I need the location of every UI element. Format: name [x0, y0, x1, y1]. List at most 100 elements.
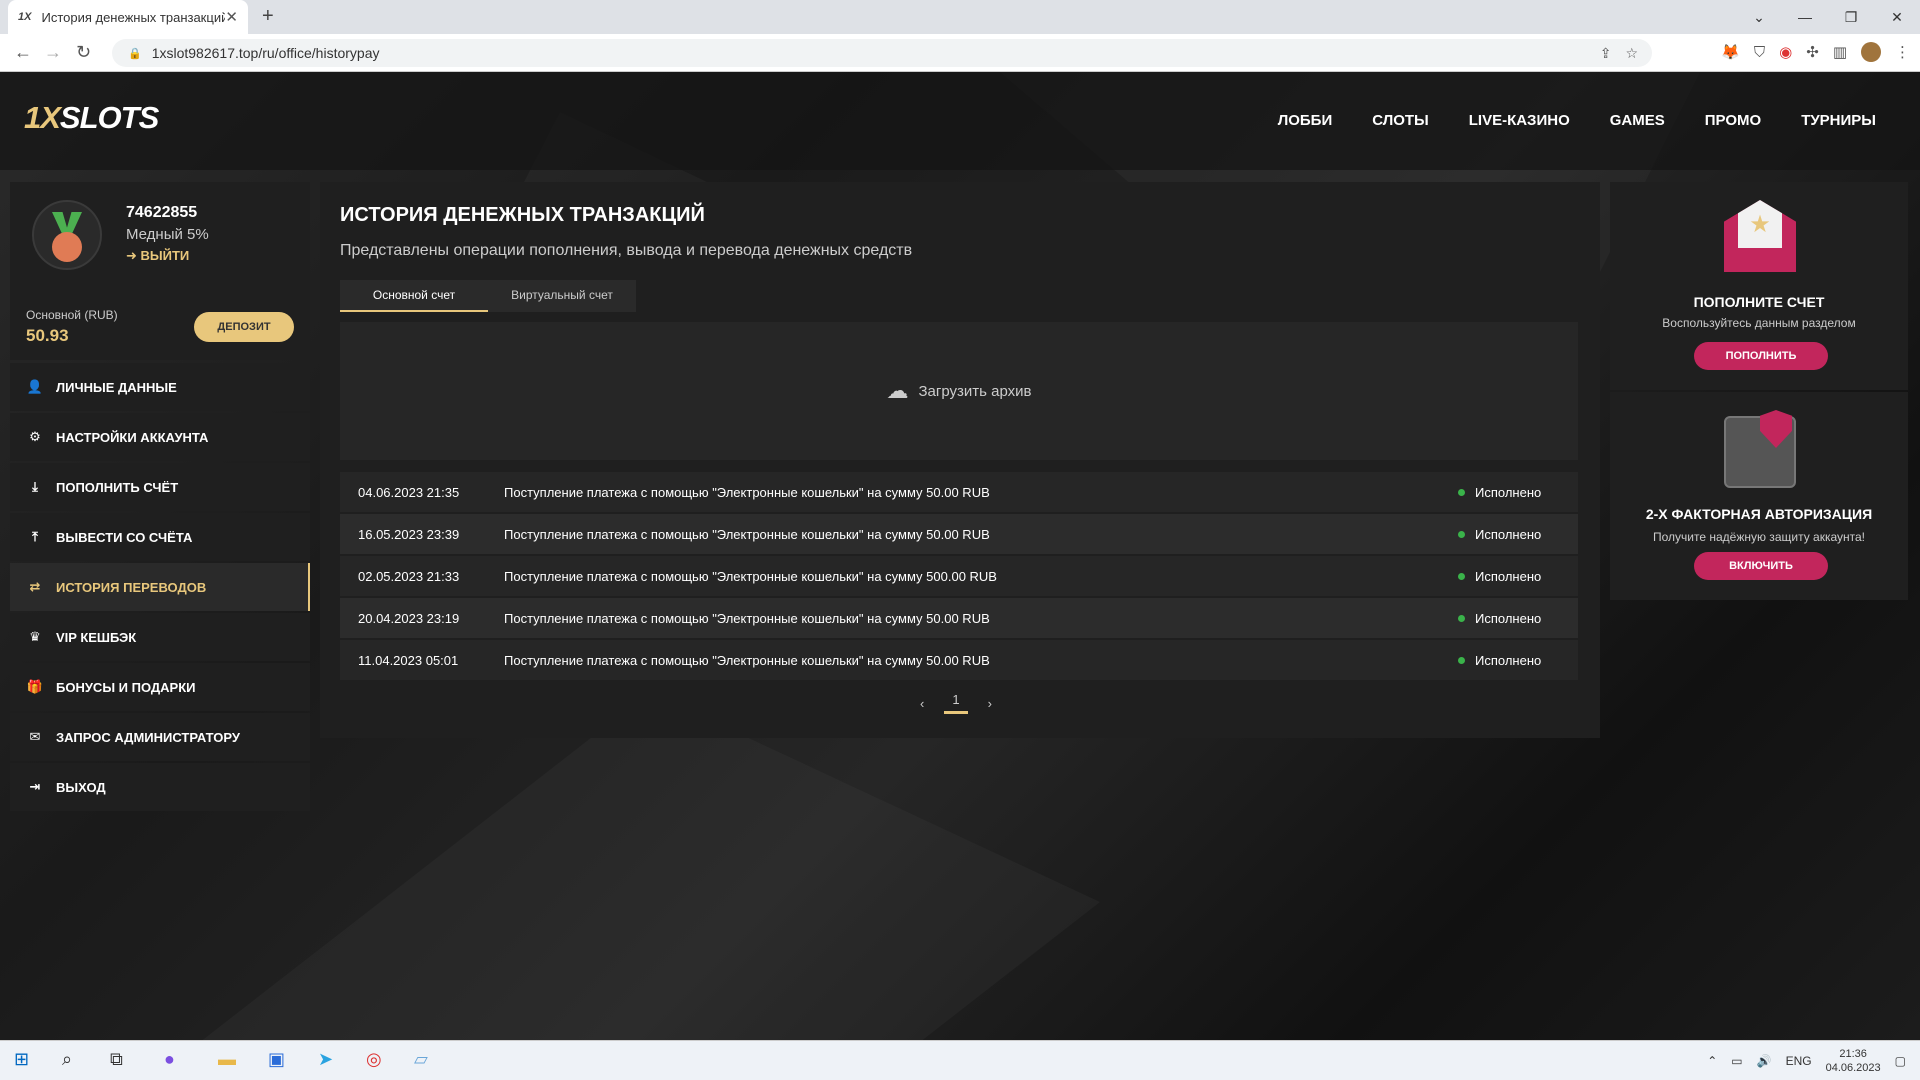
download-archive-button[interactable]: ☁ Загрузить архив: [340, 322, 1578, 460]
upload-icon: ⤒: [32, 529, 38, 544]
lock-icon[interactable]: 🔒: [128, 47, 142, 60]
sidebar-item-4[interactable]: ⇄ ИСТОРИЯ ПЕРЕВОДОВ: [10, 563, 310, 611]
sidebar-item-8[interactable]: ⇥ ВЫХОД: [10, 763, 310, 811]
notifications-icon[interactable]: ▢: [1895, 1054, 1906, 1068]
tab-search-icon[interactable]: ⌄: [1736, 0, 1782, 34]
status-dot-icon: [1458, 488, 1465, 496]
transaction-description: Поступление платежа с помощью "Электронн…: [504, 526, 990, 542]
logout-icon: ➜: [126, 248, 141, 263]
sidebar-item-5[interactable]: ♛ VIP КЕШБЭК: [10, 613, 310, 661]
bookmark-star-icon[interactable]: ☆: [1625, 45, 1638, 62]
logout-label: ВЫЙТИ: [140, 248, 190, 263]
clock[interactable]: 21:36 04.06.2023: [1826, 1047, 1881, 1075]
nav-promo[interactable]: ПРОМО: [1705, 112, 1761, 129]
url-text[interactable]: 1xslot982617.top/ru/office/historypay: [152, 45, 1600, 61]
sidebar-item-2[interactable]: ⤓ ПОПОЛНИТЬ СЧЁТ: [10, 463, 310, 511]
chrome-icon[interactable]: ◎: [366, 1049, 382, 1070]
site-logo[interactable]: 1XSLOTS: [24, 100, 159, 136]
close-window-icon[interactable]: ✕: [1874, 0, 1920, 34]
sidebar-item-label: ВЫХОД: [56, 779, 106, 795]
medal-icon: [32, 200, 102, 270]
start-icon[interactable]: ⊞: [14, 1049, 29, 1070]
next-page-icon[interactable]: ›: [988, 696, 992, 711]
browser-tab[interactable]: 1X История денежных транзакций ✕: [8, 0, 248, 34]
reload-icon[interactable]: ↻: [76, 42, 91, 63]
sidebar-item-label: ЛИЧНЫЕ ДАННЫЕ: [56, 379, 177, 395]
cloud-download-icon: ☁: [886, 378, 909, 403]
transaction-row: 02.05.2023 21:33 Поступление платежа с по…: [340, 556, 1578, 596]
sidebar-item-label: VIP КЕШБЭК: [56, 629, 137, 645]
page-number[interactable]: 1: [944, 692, 968, 714]
pagination: ‹ 1 ›: [920, 692, 992, 714]
file-explorer-icon[interactable]: ▬: [218, 1049, 236, 1070]
status-label: Исполнено: [1475, 652, 1542, 668]
topup-button[interactable]: ПОПОЛНИТЬ: [1694, 342, 1828, 370]
transaction-date: 02.05.2023 21:33: [358, 568, 460, 584]
sidebar-item-6[interactable]: 🎁 БОНУСЫ И ПОДАРКИ: [10, 663, 310, 711]
restore-icon[interactable]: ❐: [1828, 0, 1874, 34]
nav-games[interactable]: GAMES: [1610, 112, 1665, 129]
profile-avatar[interactable]: [1861, 42, 1881, 62]
new-tab-icon[interactable]: +: [262, 5, 274, 28]
task-view-icon[interactable]: ⧉: [110, 1049, 123, 1070]
deposit-promo-title: ПОПОЛНИТЕ СЧЕТ: [1693, 294, 1825, 310]
extensions-area: 🦊 ⛉ ◉ ✣ ▥ ⋮: [1721, 42, 1910, 62]
transactions-list: 04.06.2023 21:35 Поступление платежа с по…: [340, 472, 1578, 682]
address-toolbar: ← → ↻ 🔒 1xslot982617.top/ru/office/histo…: [0, 34, 1920, 72]
windows-taskbar: ⊞ ⌕ ⧉ ● ▬ ▣ ➤ ◎ ▱ ⌃ ▭ 🔊 ENG 21:36 04.06.…: [0, 1040, 1920, 1080]
crown-icon: ♛: [29, 629, 41, 644]
browser-menu-icon[interactable]: ⋮: [1895, 43, 1910, 61]
window-controls: ⌄ — ❐ ✕: [1736, 0, 1920, 34]
search-icon[interactable]: ⌕: [62, 1049, 72, 1070]
status-dot-icon: [1458, 614, 1465, 622]
nav-lobby[interactable]: ЛОББИ: [1278, 112, 1333, 129]
telegram-icon[interactable]: ➤: [318, 1049, 333, 1070]
sidebar-item-label: НАСТРОЙКИ АККАУНТА: [56, 429, 209, 445]
app-window-icon[interactable]: ▱: [414, 1049, 428, 1070]
status-label: Исполнено: [1475, 484, 1542, 500]
tab-main-account[interactable]: Основной счет: [340, 280, 488, 312]
tab-title: История денежных транзакций: [41, 9, 226, 25]
nav-tournaments[interactable]: ТУРНИРЫ: [1801, 112, 1876, 129]
puzzle-extensions-icon[interactable]: ✣: [1806, 43, 1819, 61]
minimize-icon[interactable]: —: [1782, 0, 1828, 34]
transaction-status: Исполнено: [1458, 611, 1578, 626]
user-level: Медный 5%: [126, 226, 209, 243]
enable-2fa-button[interactable]: ВКЛЮЧИТЬ: [1694, 552, 1828, 580]
clock-time: 21:36: [1839, 1048, 1867, 1060]
deposit-button[interactable]: ДЕПОЗИТ: [194, 312, 294, 342]
metamask-extension-icon[interactable]: 🦊: [1721, 43, 1740, 61]
sidebar-item-7[interactable]: ✉ ЗАПРОС АДМИНИСТРАТОРУ: [10, 713, 310, 761]
url-bar[interactable]: 🔒 1xslot982617.top/ru/office/historypay …: [112, 39, 1652, 67]
nav-slots[interactable]: СЛОТЫ: [1372, 112, 1429, 129]
tray-chevron-icon[interactable]: ⌃: [1707, 1054, 1717, 1068]
tab-virtual-account[interactable]: Виртуальный счет: [488, 280, 636, 312]
sidebar-item-1[interactable]: ⚙ НАСТРОЙКИ АККАУНТА: [10, 413, 310, 461]
volume-icon[interactable]: 🔊: [1757, 1054, 1772, 1068]
language-indicator[interactable]: ENG: [1786, 1054, 1812, 1068]
transaction-status: Исполнено: [1458, 485, 1578, 500]
close-tab-icon[interactable]: ✕: [225, 8, 238, 26]
transaction-row: 04.06.2023 21:35 Поступление платежа с по…: [340, 472, 1578, 512]
sidebar-item-3[interactable]: ⤒ ВЫВЕСТИ СО СЧЁТА: [10, 513, 310, 561]
sidebar-item-label: ЗАПРОС АДМИНИСТРАТОРУ: [56, 729, 240, 745]
archive-label: Загрузить архив: [918, 382, 1032, 400]
transaction-description: Поступление платежа с помощью "Электронн…: [504, 652, 990, 668]
back-icon[interactable]: ←: [14, 42, 32, 63]
nav-live-casino[interactable]: LIVE-КАЗИНО: [1469, 112, 1570, 129]
share-icon[interactable]: ⇪: [1600, 45, 1612, 62]
transaction-status: Исполнено: [1458, 527, 1578, 542]
logout-link[interactable]: ➜ ВЫЙТИ: [126, 248, 189, 264]
store-icon[interactable]: ▣: [268, 1049, 285, 1070]
assistant-icon[interactable]: ●: [164, 1049, 175, 1070]
sidebar-item-0[interactable]: 👤 ЛИЧНЫЕ ДАННЫЕ: [10, 363, 310, 411]
prev-page-icon[interactable]: ‹: [920, 696, 924, 711]
camera-extension-icon[interactable]: ◉: [1779, 43, 1792, 61]
shield-extension-icon[interactable]: ⛉: [1754, 44, 1765, 61]
sidebar-item-label: БОНУСЫ И ПОДАРКИ: [56, 679, 196, 695]
system-tray: ⌃ ▭ 🔊 ENG 21:36 04.06.2023 ▢: [1707, 1047, 1906, 1075]
network-icon[interactable]: ▭: [1731, 1054, 1742, 1068]
sidepanel-icon[interactable]: ▥: [1833, 43, 1847, 61]
profile-card: 74622855 Медный 5% ➜ ВЫЙТИ Основной (RUB…: [10, 182, 310, 360]
forward-icon[interactable]: →: [44, 42, 62, 63]
